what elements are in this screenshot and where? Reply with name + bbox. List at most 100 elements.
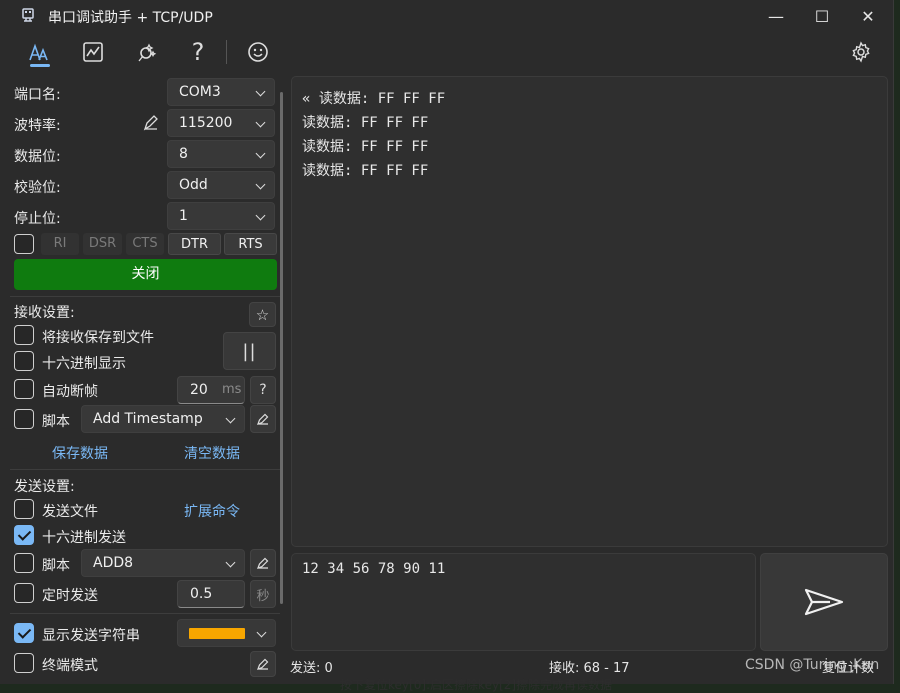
hex-send-label: 十六进制发送: [42, 530, 126, 546]
receive-output[interactable]: « 读数据: FF FF FF 读数据: FF FF FF 读数据: FF FF…: [291, 76, 888, 547]
timed-send-value: 0.5: [190, 586, 213, 602]
background-text: 按下复位key[0]:启区擦除key[2]擦除完成再读数据: [340, 678, 613, 692]
hex-send-checkbox[interactable]: [14, 525, 34, 545]
smiley-icon[interactable]: [244, 38, 272, 66]
save-data-link[interactable]: 保存数据: [52, 443, 108, 463]
auto-frame-value: 20: [190, 382, 208, 398]
show-send-string-label: 显示发送字符串: [42, 628, 140, 644]
sent-count: 发送: 0: [290, 661, 333, 676]
ms-unit: ms: [222, 382, 242, 397]
signal-ri: RI: [41, 233, 79, 255]
chevron-down-icon: [255, 210, 266, 221]
receive-script-select[interactable]: Add Timestamp: [81, 405, 245, 433]
gear-icon[interactable]: [847, 38, 875, 66]
pause-icon: ||: [242, 340, 257, 362]
chevron-down-icon: [225, 413, 236, 424]
send-file-label: 发送文件: [42, 504, 98, 520]
timed-send-input[interactable]: 0.5: [177, 580, 245, 608]
help-icon[interactable]: ?: [184, 38, 212, 66]
signals-checkbox[interactable]: [14, 234, 34, 254]
terminal-edit-button[interactable]: [250, 651, 276, 677]
send-input[interactable]: 12 34 56 78 90 11: [291, 553, 756, 651]
output-line: 读数据: FF FF FF: [302, 139, 429, 155]
port-value: COM3: [179, 84, 221, 100]
send-input-text: 12 34 56 78 90 11: [302, 561, 446, 577]
receive-script-edit-button[interactable]: [250, 405, 276, 433]
auto-frame-input[interactable]: 20 ms: [177, 376, 245, 404]
chevron-down-icon: [255, 179, 266, 190]
stopbits-label: 停止位:: [14, 211, 61, 227]
show-send-string-checkbox[interactable]: [14, 623, 34, 643]
databits-select[interactable]: 8: [167, 140, 275, 168]
output-line: « 读数据: FF FF FF: [302, 91, 446, 107]
chevron-down-icon: [255, 117, 266, 128]
pen-icon: [256, 557, 269, 570]
auto-frame-checkbox[interactable]: [14, 379, 34, 399]
pause-button[interactable]: ||: [223, 332, 276, 370]
color-swatch: [189, 628, 245, 639]
chart-icon[interactable]: [79, 38, 107, 66]
window-title: 串口调试助手 + TCP/UDP: [48, 10, 213, 26]
title-bar: 串口调试助手 + TCP/UDP — ☐ ✕: [0, 0, 893, 32]
clear-data-link[interactable]: 清空数据: [184, 443, 240, 463]
stopbits-value: 1: [179, 208, 188, 224]
parity-select[interactable]: Odd: [167, 171, 275, 199]
signal-dsr: DSR: [83, 233, 122, 255]
output-line: 读数据: FF FF FF: [302, 163, 429, 179]
send-script-select[interactable]: ADD8: [81, 549, 245, 577]
databits-label: 数据位:: [14, 149, 61, 165]
pin-button[interactable]: ☆: [249, 302, 276, 327]
chevron-down-icon: [255, 148, 266, 159]
parity-value: Odd: [179, 177, 208, 193]
send-script-edit-button[interactable]: [250, 549, 276, 577]
databits-value: 8: [179, 146, 188, 162]
dtr-button[interactable]: DTR: [168, 233, 221, 255]
star-icon: ☆: [255, 305, 270, 324]
receive-script-checkbox[interactable]: [14, 409, 34, 429]
send-script-checkbox[interactable]: [14, 553, 34, 573]
save-to-file-label: 将接收保存到文件: [42, 330, 154, 346]
send-button[interactable]: [760, 553, 888, 651]
receive-script-value: Add Timestamp: [93, 411, 203, 427]
baud-select[interactable]: 115200: [167, 109, 275, 137]
close-port-button[interactable]: 关闭: [14, 259, 277, 290]
save-to-file-checkbox[interactable]: [14, 325, 34, 345]
help-icon: ?: [259, 382, 267, 398]
send-file-checkbox[interactable]: [14, 499, 34, 519]
timed-unit: 秒: [250, 580, 276, 608]
receive-script-label: 脚本: [42, 414, 70, 430]
toolbar-divider: [226, 40, 227, 64]
chevron-down-icon: [225, 557, 236, 568]
divider: [10, 296, 280, 297]
close-window-button[interactable]: ✕: [845, 0, 891, 32]
send-icon: [804, 588, 844, 616]
rts-button[interactable]: RTS: [224, 233, 277, 255]
chevron-down-icon: [255, 86, 266, 97]
minimize-button[interactable]: —: [753, 0, 799, 32]
receive-settings-label: 接收设置:: [14, 305, 75, 321]
pen-icon[interactable]: [142, 114, 160, 136]
received-count: 接收: 68 - 17: [549, 661, 630, 676]
signal-cts: CTS: [126, 233, 164, 255]
auto-frame-label: 自动断帧: [42, 384, 98, 400]
output-line: 读数据: FF FF FF: [302, 115, 429, 131]
divider: [10, 469, 280, 470]
maximize-button[interactable]: ☐: [799, 0, 845, 32]
seconds-unit: 秒: [256, 588, 270, 604]
text-mode-icon[interactable]: [25, 38, 53, 66]
highlight-color-select[interactable]: [177, 619, 276, 647]
effects-icon[interactable]: [132, 38, 160, 66]
terminal-mode-label: 终端模式: [42, 658, 98, 674]
timed-send-checkbox[interactable]: [14, 583, 34, 603]
left-scrollbar[interactable]: [280, 92, 283, 604]
pen-icon: [256, 658, 269, 671]
active-tab-indicator: [30, 64, 50, 67]
port-select[interactable]: COM3: [167, 78, 275, 106]
hex-display-label: 十六进制显示: [42, 356, 126, 372]
terminal-mode-checkbox[interactable]: [14, 653, 34, 673]
extend-command-link[interactable]: 扩展命令: [184, 501, 240, 521]
stopbits-select[interactable]: 1: [167, 202, 275, 230]
hex-display-checkbox[interactable]: [14, 351, 34, 371]
auto-frame-help-button[interactable]: ?: [250, 376, 276, 404]
pen-icon: [256, 413, 269, 426]
